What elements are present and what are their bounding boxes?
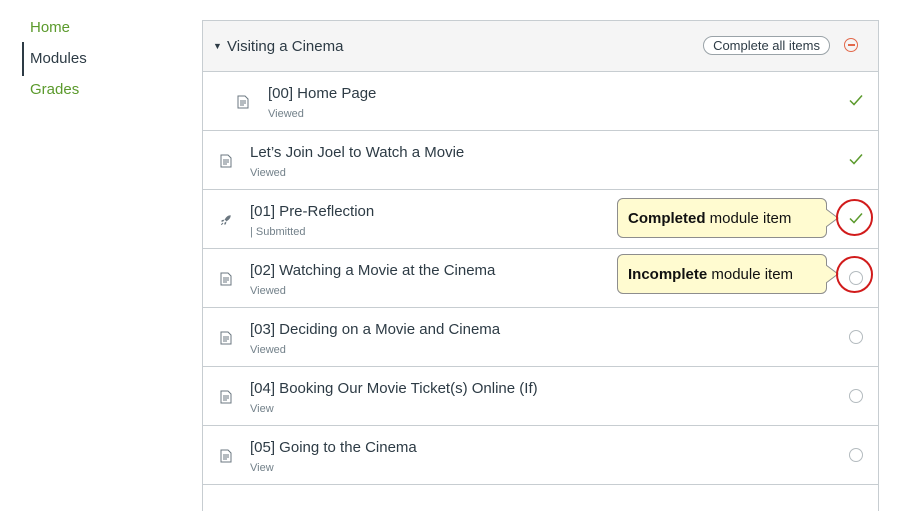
collapse-minus-icon[interactable]: [844, 38, 858, 52]
module-item[interactable]: Let’s Join Joel to Watch a Movie Viewed: [203, 131, 878, 190]
course-nav: Home Modules Grades: [22, 14, 172, 109]
complete-all-button[interactable]: Complete all items: [703, 36, 830, 55]
page-icon: [220, 272, 232, 286]
item-status: Viewed: [250, 167, 286, 179]
page-icon: [220, 390, 232, 404]
module-item[interactable]: [05] Going to the Cinema View: [203, 426, 878, 485]
module-item[interactable]: [03] Deciding on a Movie and Cinema View…: [203, 308, 878, 367]
module-header[interactable]: ▼ Visiting a Cinema Complete all items: [203, 21, 878, 72]
incomplete-circle-icon: [849, 330, 863, 344]
nav-grades[interactable]: Grades: [22, 76, 172, 104]
module-item[interactable]: [00] Home Page Viewed: [203, 72, 878, 131]
callout-text: module item: [705, 210, 792, 227]
item-title[interactable]: Let’s Join Joel to Watch a Movie: [250, 144, 464, 161]
module-title: Visiting a Cinema: [227, 37, 344, 55]
item-status: | Submitted: [250, 226, 306, 238]
rocket-icon: [220, 215, 231, 226]
caret-down-icon[interactable]: ▼: [213, 41, 222, 51]
page-icon: [220, 449, 232, 463]
callout-bold: Incomplete: [628, 266, 708, 283]
completed-callout: Completed module item: [617, 198, 827, 238]
item-title[interactable]: [01] Pre-Reflection: [250, 203, 374, 220]
incomplete-callout: Incomplete module item: [617, 254, 827, 294]
check-icon: [849, 95, 863, 106]
completed-highlight-ring: [836, 199, 873, 236]
callout-text: module item: [707, 266, 794, 283]
incomplete-circle-icon: [849, 448, 863, 462]
incomplete-circle-icon: [849, 389, 863, 403]
nav-home[interactable]: Home: [22, 14, 172, 42]
item-title[interactable]: [03] Deciding on a Movie and Cinema: [250, 321, 500, 338]
item-status: Viewed: [250, 285, 286, 297]
callout-bold: Completed: [628, 210, 706, 227]
page-icon: [237, 95, 249, 109]
item-title[interactable]: [05] Going to the Cinema: [250, 439, 417, 456]
item-status: View: [250, 462, 274, 474]
module-item[interactable]: [04] Booking Our Movie Ticket(s) Online …: [203, 367, 878, 426]
page-icon: [220, 331, 232, 345]
item-title[interactable]: [00] Home Page: [268, 85, 376, 102]
incomplete-highlight-ring: [836, 256, 873, 293]
item-title[interactable]: [02] Watching a Movie at the Cinema: [250, 262, 495, 279]
item-status: Viewed: [268, 108, 304, 120]
page-icon: [220, 154, 232, 168]
item-status: View: [250, 403, 274, 415]
nav-modules[interactable]: Modules: [22, 42, 172, 76]
item-title[interactable]: [04] Booking Our Movie Ticket(s) Online …: [250, 380, 538, 397]
check-icon: [849, 154, 863, 165]
item-status: Viewed: [250, 344, 286, 356]
